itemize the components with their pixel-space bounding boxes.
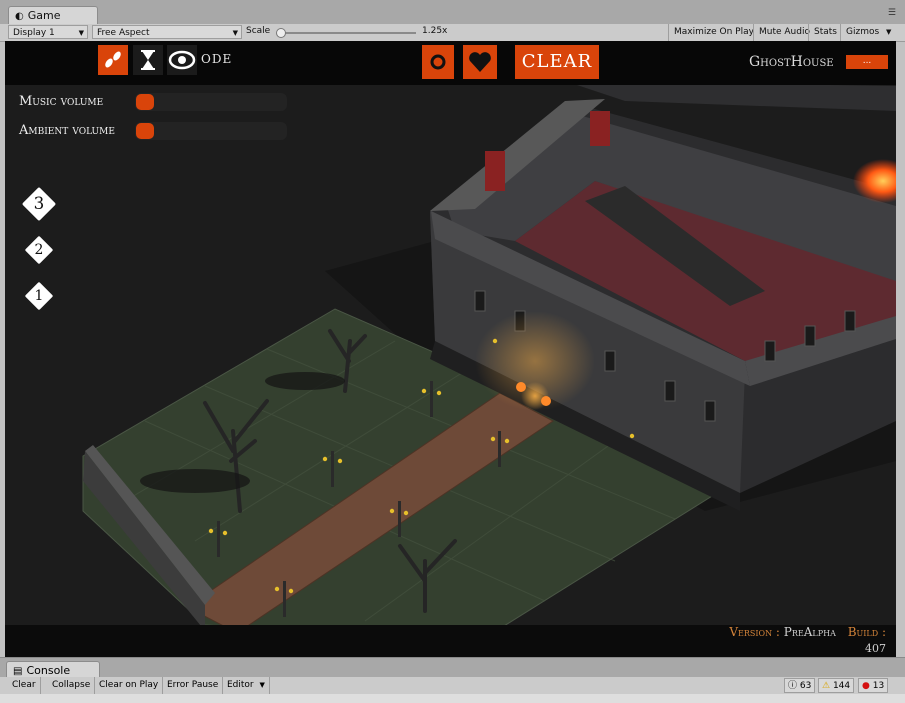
info-count: 63 (799, 681, 812, 691)
console-clear-button[interactable]: Clear (8, 677, 41, 694)
chevron-down-icon: ▼ (259, 681, 265, 689)
editor-label: Editor (227, 680, 254, 690)
floor-1-button[interactable]: 1 (24, 281, 54, 311)
floor-3-button[interactable]: 3 (21, 186, 57, 222)
clear-on-play-button[interactable]: Clear on Play (95, 677, 164, 694)
game-tab-label: Game (27, 9, 61, 22)
hourglass-icon[interactable] (133, 45, 163, 75)
aspect-value: Free Aspect (97, 28, 150, 38)
footsteps-icon[interactable] (98, 45, 128, 75)
ring-icon[interactable] (422, 45, 454, 79)
game-view[interactable]: ODE CLEAR GhostHouse ... Music volume Am… (5, 41, 896, 657)
clear-button[interactable]: CLEAR (515, 45, 599, 79)
console-tab-label: Console (26, 664, 71, 677)
mode-label: ODE (201, 52, 233, 66)
error-count: 13 (872, 681, 885, 691)
console-log-area[interactable] (0, 694, 905, 703)
gizmos-dropdown[interactable]: Gizmos ▼ (840, 24, 896, 41)
error-icon: ● (862, 681, 870, 691)
info-count-toggle[interactable]: ⓘ 63 (784, 678, 816, 693)
floor-2-label: 2 (34, 242, 44, 258)
music-volume-knob[interactable] (136, 94, 154, 110)
console-toolbar: Clear Collapse Clear on Play Error Pause… (0, 677, 905, 695)
game-logo: GhostHouse (749, 54, 834, 70)
display-dropdown[interactable]: Display 1 ▼ (8, 25, 88, 39)
version-info: Version : PreAlpha Build : (729, 625, 886, 639)
game-tab[interactable]: ◐ Game (8, 6, 98, 25)
warning-icon: ⚠ (822, 681, 831, 691)
scale-slider[interactable] (276, 28, 416, 38)
mute-audio-button[interactable]: Mute Audio (753, 24, 815, 41)
scale-label: Scale (246, 26, 271, 36)
kebab-menu-icon[interactable]: ☰ (888, 8, 897, 18)
ambient-volume-label: Ambient volume (19, 123, 115, 138)
version-value: PreAlpha (783, 625, 836, 639)
error-pause-button[interactable]: Error Pause (163, 677, 224, 694)
eye-icon[interactable] (167, 45, 197, 75)
chevron-down-icon: ▼ (232, 29, 238, 37)
warning-count-toggle[interactable]: ⚠ 144 (818, 678, 855, 693)
scale-slider-thumb[interactable] (276, 28, 286, 38)
ambient-volume-slider[interactable] (135, 122, 287, 140)
hud-top-bar: ODE CLEAR GhostHouse ... (5, 41, 896, 85)
aspect-dropdown[interactable]: Free Aspect ▼ (92, 25, 242, 39)
editor-dropdown[interactable]: Editor ▼ (223, 677, 270, 694)
maximize-on-play-button[interactable]: Maximize On Play (668, 24, 759, 41)
heart-icon[interactable] (463, 45, 497, 79)
console-icon: ▤ (13, 666, 23, 677)
console-tab-strip: ▤ Console (0, 657, 905, 679)
version-label: Version : (729, 625, 780, 639)
chevron-down-icon: ▼ (78, 29, 84, 37)
ambient-volume-knob[interactable] (136, 123, 154, 139)
music-volume-slider[interactable] (135, 93, 287, 111)
floor-3-label: 3 (33, 194, 45, 214)
version-bar: Version : PreAlpha Build : 407 (5, 625, 896, 657)
display-value: Display 1 (13, 28, 55, 38)
warning-count: 144 (832, 681, 851, 691)
error-count-toggle[interactable]: ● 13 (858, 678, 889, 693)
floor-1-label: 1 (34, 288, 44, 304)
stats-button[interactable]: Stats (808, 24, 842, 41)
info-icon: ⓘ (788, 681, 798, 691)
scale-value: 1.25x (422, 26, 448, 36)
chevron-down-icon: ▼ (886, 28, 892, 36)
gizmos-label: Gizmos (846, 27, 880, 37)
game-tab-strip: ◐ Game ☰ (0, 0, 905, 25)
music-volume-label: Music volume (19, 94, 104, 109)
game-toolbar: Display 1 ▼ Free Aspect ▼ Scale 1.25x Ma… (0, 24, 905, 42)
collapse-button[interactable]: Collapse (48, 677, 96, 694)
floor-2-button[interactable]: 2 (24, 235, 54, 265)
build-value: 407 (865, 642, 886, 655)
logo-badge[interactable]: ... (846, 55, 888, 69)
build-label: Build : (847, 625, 886, 639)
